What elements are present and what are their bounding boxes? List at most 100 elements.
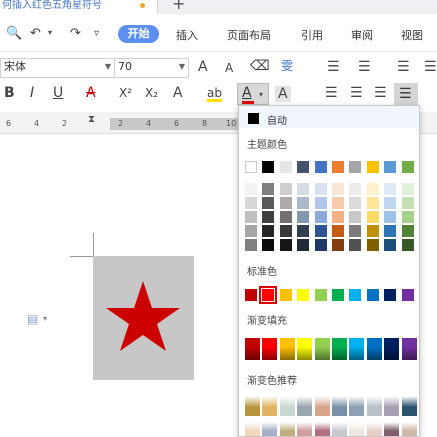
undo-icon[interactable]: ↶	[30, 27, 41, 40]
theme-shade-swatch[interactable]	[332, 211, 344, 223]
superscript-button[interactable]: X²	[119, 87, 132, 99]
gradient-recommend-swatch[interactable]	[245, 396, 260, 416]
theme-shade-swatch[interactable]	[245, 183, 257, 195]
gradient-fill-swatch[interactable]	[245, 338, 260, 360]
theme-shade-swatch[interactable]	[349, 239, 362, 251]
increase-indent-icon[interactable]: ☰	[424, 60, 437, 74]
theme-shade-swatch[interactable]	[297, 239, 310, 251]
font-size-select[interactable]: 70 ▼	[114, 58, 189, 78]
theme-shade-swatch[interactable]	[401, 197, 414, 209]
theme-shade-swatch[interactable]	[262, 225, 275, 237]
subscript-button[interactable]: X₂	[145, 87, 158, 99]
theme-shade-swatch[interactable]	[366, 225, 379, 237]
standard-color-swatch[interactable]	[332, 289, 344, 301]
gradient-fill-swatch[interactable]	[332, 338, 347, 360]
theme-shade-swatch[interactable]	[262, 211, 275, 223]
theme-shade-swatch[interactable]	[279, 225, 292, 237]
numbered-list-icon[interactable]: ☰	[358, 60, 371, 74]
theme-color-swatch[interactable]	[332, 161, 344, 173]
theme-shade-swatch[interactable]	[262, 239, 275, 251]
new-tab-button[interactable]: +	[172, 0, 185, 13]
theme-color-swatch[interactable]	[314, 161, 327, 173]
theme-shade-swatch[interactable]	[279, 197, 292, 209]
theme-shade-swatch[interactable]	[349, 225, 362, 237]
undo-dropdown-icon[interactable]: ▾	[48, 29, 52, 37]
tab-view[interactable]: 视图	[401, 27, 423, 43]
strikethrough-button[interactable]: A	[86, 86, 96, 100]
theme-shade-swatch[interactable]	[366, 197, 379, 209]
theme-shade-swatch[interactable]	[349, 183, 362, 195]
gradient-fill-swatch[interactable]	[297, 338, 313, 360]
theme-shade-swatch[interactable]	[279, 211, 292, 223]
text-effect-button[interactable]: A	[173, 86, 183, 100]
tab-insert[interactable]: 插入	[176, 27, 198, 43]
gradient-fill-swatch[interactable]	[314, 338, 330, 360]
theme-color-swatch[interactable]	[384, 161, 397, 173]
gradient-fill-swatch[interactable]	[384, 338, 400, 360]
theme-shade-swatch[interactable]	[332, 197, 344, 209]
theme-color-swatch[interactable]	[245, 161, 257, 173]
gradient-recommend-swatch[interactable]	[262, 396, 278, 416]
gradient-recommend-swatch[interactable]	[401, 422, 417, 436]
eraser-icon[interactable]: ⌫	[250, 59, 270, 73]
theme-shade-swatch[interactable]	[279, 239, 292, 251]
bold-button[interactable]: B	[4, 86, 15, 100]
font-name-select[interactable]: 宋体 ▼	[0, 58, 115, 78]
selected-character-highlight[interactable]	[93, 256, 194, 380]
standard-color-swatch[interactable]	[401, 289, 414, 301]
tab-home[interactable]: 开始	[118, 25, 159, 43]
theme-shade-swatch[interactable]	[314, 211, 327, 223]
standard-color-swatch[interactable]	[384, 289, 397, 301]
gradient-fill-swatch[interactable]	[262, 338, 278, 360]
tab-page-layout[interactable]: 页面布局	[227, 27, 271, 43]
gradient-recommend-swatch[interactable]	[262, 422, 278, 436]
align-left-icon[interactable]: ☰	[325, 86, 338, 100]
theme-shade-swatch[interactable]	[401, 183, 414, 195]
gradient-recommend-swatch[interactable]	[349, 396, 365, 416]
gradient-recommend-swatch[interactable]	[401, 396, 417, 416]
document-icon[interactable]: ▤	[27, 312, 38, 326]
standard-color-swatch[interactable]	[349, 289, 362, 301]
theme-shade-swatch[interactable]	[279, 183, 292, 195]
gradient-recommend-swatch[interactable]	[332, 396, 347, 416]
gradient-recommend-swatch[interactable]	[297, 396, 313, 416]
gradient-recommend-swatch[interactable]	[314, 396, 330, 416]
standard-color-swatch[interactable]	[279, 289, 292, 301]
theme-shade-swatch[interactable]	[366, 211, 379, 223]
gradient-recommend-swatch[interactable]	[314, 422, 330, 436]
theme-shade-swatch[interactable]	[384, 183, 397, 195]
gradient-recommend-swatch[interactable]	[349, 422, 365, 436]
theme-color-swatch[interactable]	[366, 161, 379, 173]
theme-shade-swatch[interactable]	[297, 197, 310, 209]
character-shading-button[interactable]: A	[275, 86, 291, 102]
theme-shade-swatch[interactable]	[384, 211, 397, 223]
theme-shade-swatch[interactable]	[401, 211, 414, 223]
grow-font-button[interactable]: A	[198, 60, 208, 74]
gradient-recommend-swatch[interactable]	[245, 422, 260, 436]
theme-shade-swatch[interactable]	[332, 225, 344, 237]
highlight-button[interactable]: ab	[207, 87, 222, 102]
decrease-indent-icon[interactable]: ☰	[397, 60, 410, 74]
gradient-recommend-swatch[interactable]	[366, 396, 382, 416]
gradient-recommend-swatch[interactable]	[384, 396, 400, 416]
theme-shade-swatch[interactable]	[297, 211, 310, 223]
standard-color-swatch[interactable]	[245, 289, 257, 301]
theme-shade-swatch[interactable]	[332, 239, 344, 251]
theme-shade-swatch[interactable]	[314, 225, 327, 237]
align-center-icon[interactable]: ☰	[350, 86, 363, 100]
tab-review[interactable]: 审阅	[351, 27, 373, 43]
theme-shade-swatch[interactable]	[332, 183, 344, 195]
theme-color-swatch[interactable]	[279, 161, 292, 173]
redo-icon[interactable]: ↷	[70, 27, 81, 40]
theme-shade-swatch[interactable]	[384, 239, 397, 251]
italic-button[interactable]: I	[30, 86, 34, 100]
theme-shade-swatch[interactable]	[262, 183, 275, 195]
quick-access-dropdown-icon[interactable]: ▿	[94, 29, 99, 39]
theme-shade-swatch[interactable]	[314, 197, 327, 209]
theme-shade-swatch[interactable]	[314, 239, 327, 251]
gradient-fill-swatch[interactable]	[279, 338, 295, 360]
theme-shade-swatch[interactable]	[349, 197, 362, 209]
align-right-icon[interactable]: ☰	[374, 86, 387, 100]
theme-shade-swatch[interactable]	[262, 197, 275, 209]
theme-shade-swatch[interactable]	[297, 225, 310, 237]
